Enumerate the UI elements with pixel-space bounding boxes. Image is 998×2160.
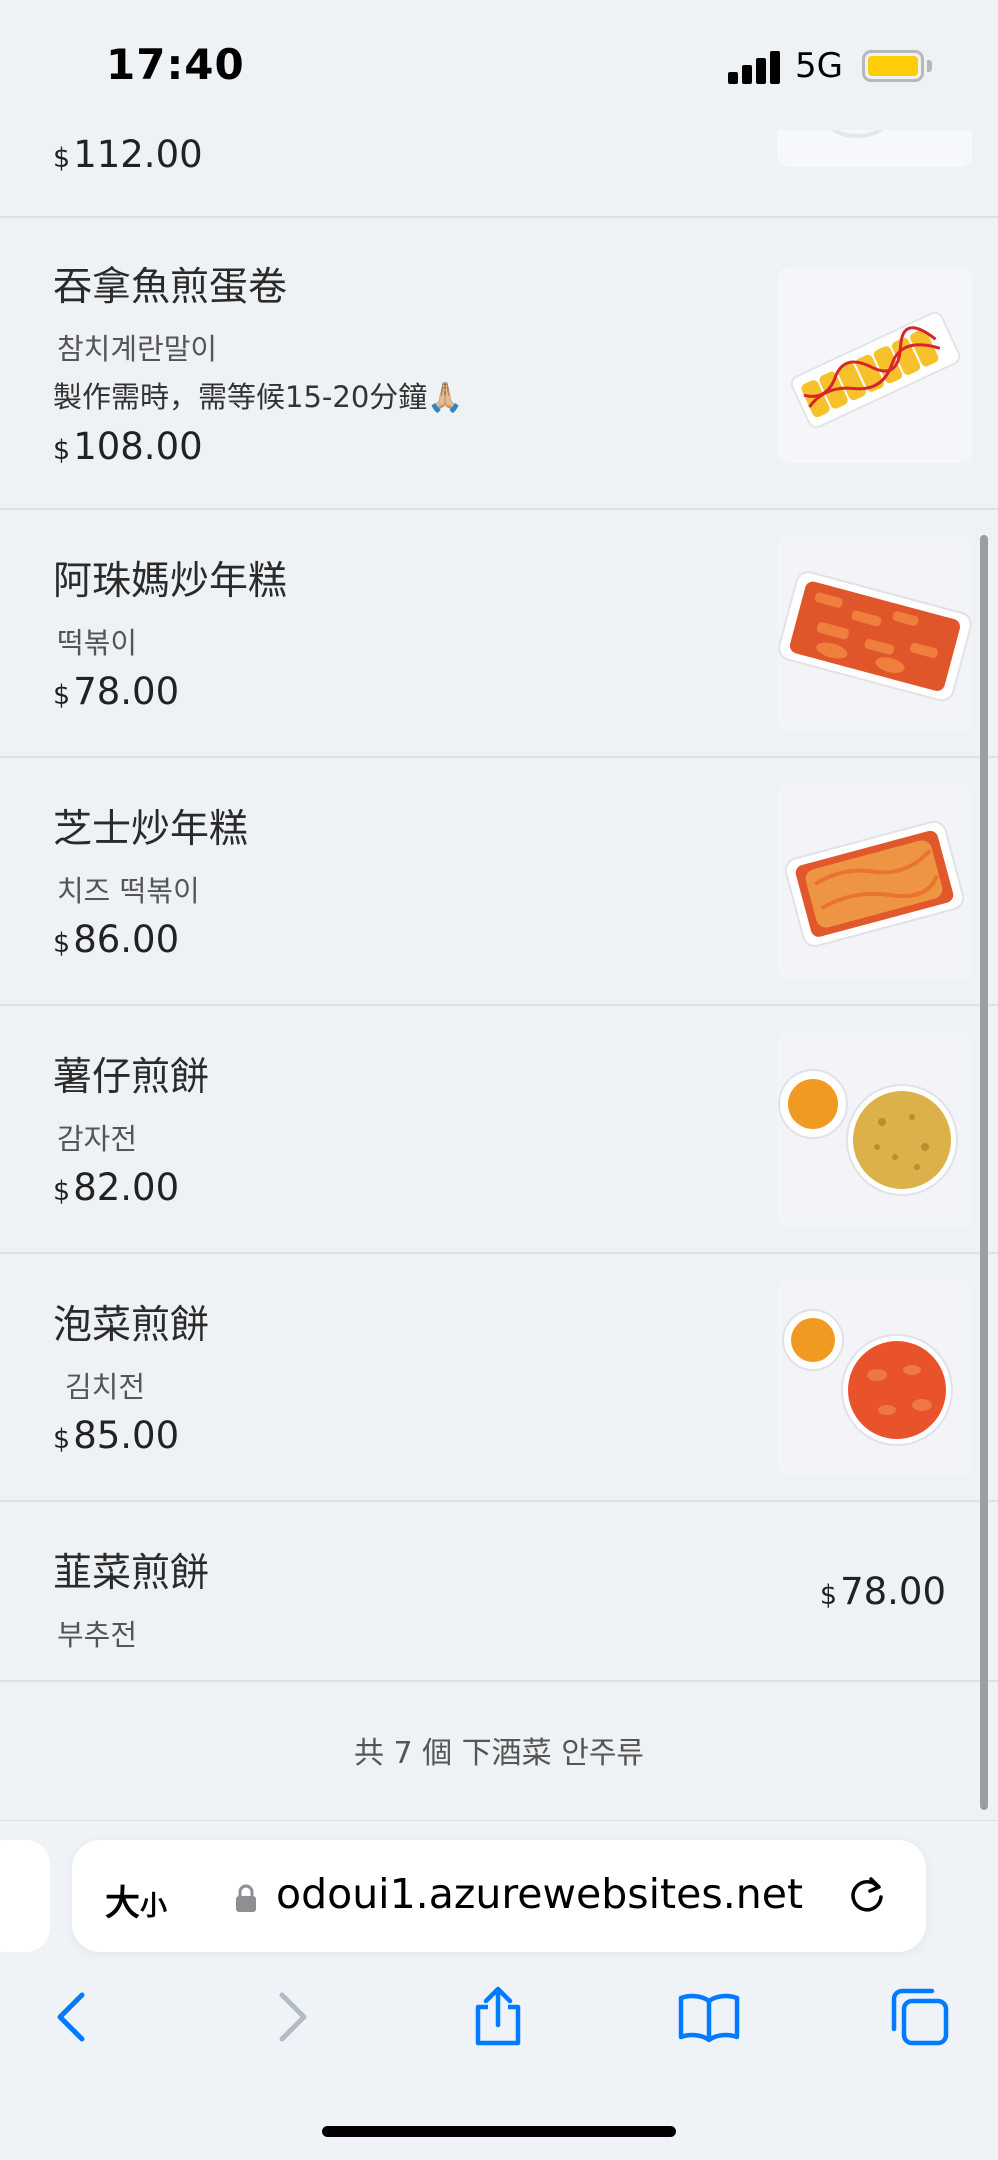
- scrollbar[interactable]: [980, 535, 988, 1810]
- status-bar: 17:40 5G: [0, 0, 998, 130]
- item-korean-name: 김치전: [65, 1370, 146, 1404]
- lock-icon: [236, 1884, 256, 1912]
- menu-item[interactable]: 芝士炒年糕 치즈 떡볶이 $86.00: [0, 758, 998, 1006]
- item-name: 韮菜煎餅: [53, 1551, 210, 1596]
- item-name: 吞拿魚煎蛋卷: [53, 265, 288, 310]
- item-price: $82.00: [53, 1166, 180, 1209]
- status-time: 17:40: [106, 40, 245, 89]
- item-korean-name: 치즈 떡볶이: [57, 874, 200, 908]
- item-price: $78.00: [819, 1570, 946, 1613]
- item-note: 製作需時，需等候15-20分鐘🙏🏼: [53, 380, 464, 414]
- item-korean-name: 참치계란말이: [57, 332, 218, 366]
- item-name: 芝士炒年糕: [53, 807, 249, 852]
- potato-pancake-icon: [777, 1032, 972, 1227]
- menu-item[interactable]: 泡菜煎餅 김치전 $85.00: [0, 1254, 998, 1502]
- item-name: 阿珠媽炒年糕: [53, 559, 288, 604]
- tabs-icon[interactable]: [888, 1985, 952, 2049]
- tuna-omelette-roll-icon: [777, 268, 972, 463]
- item-name: 薯仔煎餅: [53, 1055, 210, 1100]
- network-type: 5G: [795, 46, 843, 86]
- share-icon[interactable]: [466, 1985, 530, 2049]
- menu-item[interactable]: 韮菜煎餅 부추전 $78.00: [0, 1502, 998, 1682]
- reload-icon[interactable]: [845, 1873, 889, 1917]
- item-price: $108.00: [53, 425, 203, 468]
- item-price: $78.00: [53, 670, 180, 713]
- item-korean-name: 감자전: [57, 1122, 138, 1156]
- url-text[interactable]: odoui1.azurewebsites.net: [276, 1870, 803, 1918]
- item-korean-name: 부추전: [57, 1618, 138, 1652]
- cheese-tteokbokki-icon: [777, 784, 972, 979]
- item-price: $86.00: [53, 918, 180, 961]
- back-icon[interactable]: [42, 1985, 106, 2049]
- tteokbokki-icon: [777, 536, 972, 731]
- home-indicator: [322, 2126, 676, 2137]
- item-price: $112.00: [53, 133, 203, 176]
- menu-item[interactable]: 阿珠媽炒年糕 떡볶이 $78.00: [0, 510, 998, 758]
- kimchi-pancake-icon: [777, 1280, 972, 1475]
- item-price: $85.00: [53, 1414, 180, 1457]
- forward-icon[interactable]: [258, 1985, 322, 2049]
- battery-icon: [862, 50, 924, 82]
- menu-item[interactable]: 吞拿魚煎蛋卷 참치계란말이 製作需時，需等候15-20分鐘🙏🏼 $108.00: [0, 218, 998, 510]
- item-count-text: 共 7 個 下酒菜 안주류: [353, 1736, 645, 1771]
- item-name: 泡菜煎餅: [53, 1303, 210, 1348]
- item-korean-name: 떡볶이: [57, 626, 138, 660]
- text-size-button[interactable]: 大小: [105, 1875, 167, 1926]
- previous-tab-preview[interactable]: [0, 1840, 50, 1952]
- signal-icon: [728, 50, 782, 84]
- menu-item[interactable]: 薯仔煎餅 감자전 $82.00: [0, 1006, 998, 1254]
- bookmarks-icon[interactable]: [677, 1985, 741, 2049]
